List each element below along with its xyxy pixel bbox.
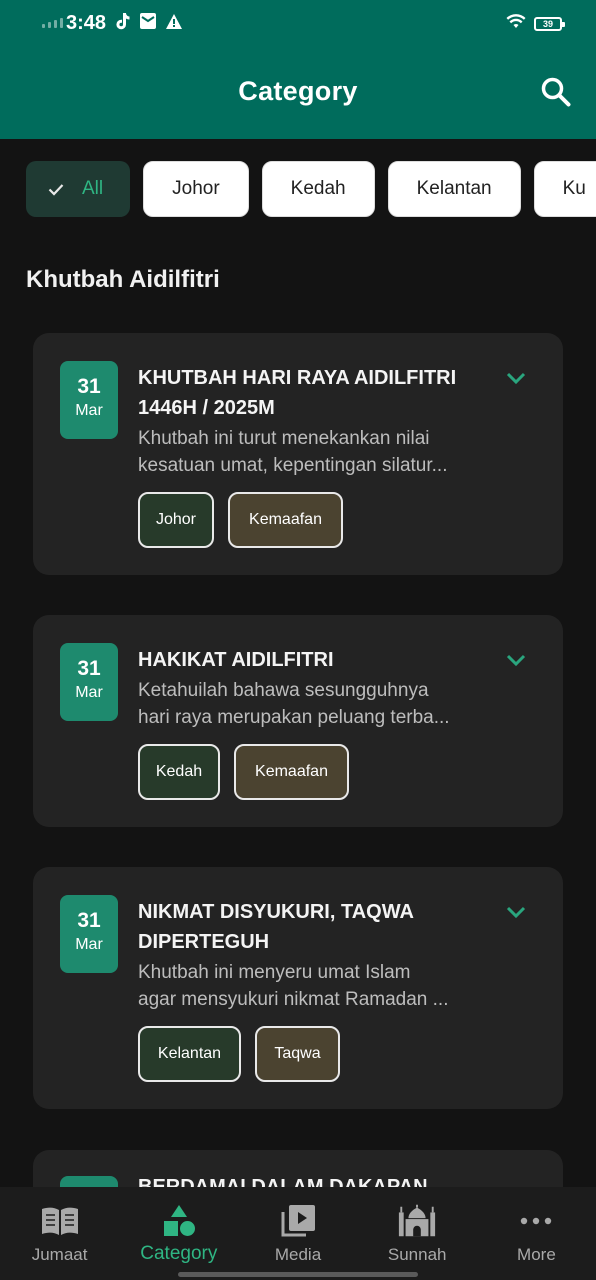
nav-sunnah[interactable]: Sunnah	[358, 1187, 477, 1280]
nav-media[interactable]: Media	[238, 1187, 357, 1280]
tiktok-icon	[114, 12, 130, 35]
book-icon	[40, 1203, 80, 1239]
chip-johor[interactable]: Johor	[143, 161, 249, 217]
date-badge: 31 Mar	[60, 361, 118, 439]
shapes-icon	[159, 1203, 199, 1239]
tag-topic[interactable]: Taqwa	[255, 1026, 340, 1082]
nav-more[interactable]: More	[477, 1187, 596, 1280]
mosque-icon	[397, 1203, 437, 1239]
card-desc-line: Ketahuilah bahawa sesungguhnya	[138, 680, 429, 701]
chip-label: Ku	[562, 178, 586, 199]
card-title-line: HAKIKAT AIDILFITRI	[138, 649, 334, 671]
card-description: Khutbah ini menyeru umat Islam agar mens…	[138, 959, 503, 1013]
nav-jumaat[interactable]: Jumaat	[0, 1187, 119, 1280]
date-month: Mar	[75, 402, 103, 419]
card-desc-line: kesatuan umat, kepentingan silatur...	[138, 455, 448, 476]
chip-kedah[interactable]: Kedah	[261, 161, 375, 217]
card-tags: Kedah Kemaafan	[138, 744, 349, 800]
tag-topic[interactable]: Kemaafan	[228, 492, 343, 548]
status-bar: 3:48 39	[0, 0, 596, 48]
nav-label: Jumaat	[31, 1245, 88, 1264]
section-title: Khutbah Aidilfitri	[26, 266, 220, 293]
nav-label: More	[517, 1245, 556, 1264]
date-month: Mar	[75, 936, 103, 953]
card-title: KHUTBAH HARI RAYA AIDILFITRI 1446H / 202…	[138, 363, 488, 423]
tag-location[interactable]: Kedah	[138, 744, 220, 800]
search-button[interactable]	[536, 74, 576, 114]
card-title-line: DIPERTEGUH	[138, 931, 270, 953]
chip-label: Johor	[172, 178, 220, 199]
card-desc-line: Khutbah ini menyeru umat Islam	[138, 962, 411, 983]
card-desc-line: Khutbah ini turut menekankan nilai	[138, 428, 430, 449]
khutbah-card[interactable]: 31 Mar KHUTBAH HARI RAYA AIDILFITRI 1446…	[33, 333, 563, 575]
page-title: Category	[238, 76, 358, 106]
app-header: 3:48 39 Category	[0, 0, 596, 139]
tag-location[interactable]: Kelantan	[138, 1026, 241, 1082]
card-desc-line: hari raya merupakan peluang terba...	[138, 707, 450, 728]
bottom-navigation: Jumaat Category Media Sunnah More	[0, 1187, 596, 1280]
chevron-down-icon[interactable]	[503, 651, 529, 671]
card-title-line: 1446H / 2025M	[138, 397, 275, 419]
signal-icon	[42, 18, 63, 28]
chip-partial[interactable]: Ku	[533, 161, 596, 217]
chip-label: All	[82, 178, 104, 199]
tag-topic[interactable]: Kemaafan	[234, 744, 349, 800]
mail-icon	[140, 13, 156, 34]
category-filter-chips: All Johor Kedah Kelantan Ku	[26, 161, 596, 217]
card-desc-line: agar mensyukuri nikmat Ramadan ...	[138, 989, 449, 1010]
tag-location[interactable]: Johor	[138, 492, 214, 548]
khutbah-card[interactable]: 31 Mar NIKMAT DISYUKURI, TAQWA DIPERTEGU…	[33, 867, 563, 1109]
card-description: Ketahuilah bahawa sesungguhnya hari raya…	[138, 677, 503, 731]
warning-icon	[166, 13, 182, 34]
search-icon	[540, 76, 572, 113]
date-badge: 31 Mar	[60, 895, 118, 973]
chip-label: Kedah	[290, 178, 346, 199]
category-screen: 3:48 39 Category All Johor Kedah Kelanta…	[0, 0, 596, 1280]
khutbah-card[interactable]: 31 Mar HAKIKAT AIDILFITRI Ketahuilah bah…	[33, 615, 563, 827]
nav-label: Sunnah	[387, 1245, 447, 1264]
nav-label: Media	[274, 1245, 322, 1264]
more-dots-icon	[516, 1203, 556, 1239]
date-day: 31	[77, 375, 101, 398]
home-indicator[interactable]	[178, 1272, 418, 1277]
chip-all[interactable]: All	[26, 161, 131, 217]
chevron-down-icon[interactable]	[503, 369, 529, 389]
card-title-line: KHUTBAH HARI RAYA AIDILFITRI	[138, 367, 457, 389]
battery-icon: 39	[534, 17, 565, 31]
date-day: 31	[77, 657, 101, 680]
chevron-down-icon[interactable]	[503, 903, 529, 923]
date-day: 31	[77, 909, 101, 932]
card-tags: Kelantan Taqwa	[138, 1026, 340, 1082]
date-badge: 31 Mar	[60, 643, 118, 721]
card-tags: Johor Kemaafan	[138, 492, 343, 548]
video-library-icon	[278, 1203, 318, 1239]
chip-kelantan[interactable]: Kelantan	[387, 161, 521, 217]
date-month: Mar	[75, 684, 103, 701]
chip-label: Kelantan	[416, 178, 492, 199]
status-time: 3:48	[66, 12, 107, 34]
nav-category[interactable]: Category	[119, 1187, 238, 1280]
check-icon	[48, 183, 64, 196]
wifi-icon	[506, 14, 526, 34]
nav-label: Category	[140, 1243, 218, 1264]
card-title-line: NIKMAT DISYUKURI, TAQWA	[138, 901, 414, 923]
card-description: Khutbah ini turut menekankan nilai kesat…	[138, 425, 503, 479]
card-title: NIKMAT DISYUKURI, TAQWA DIPERTEGUH	[138, 897, 488, 957]
card-title: HAKIKAT AIDILFITRI	[138, 645, 488, 675]
